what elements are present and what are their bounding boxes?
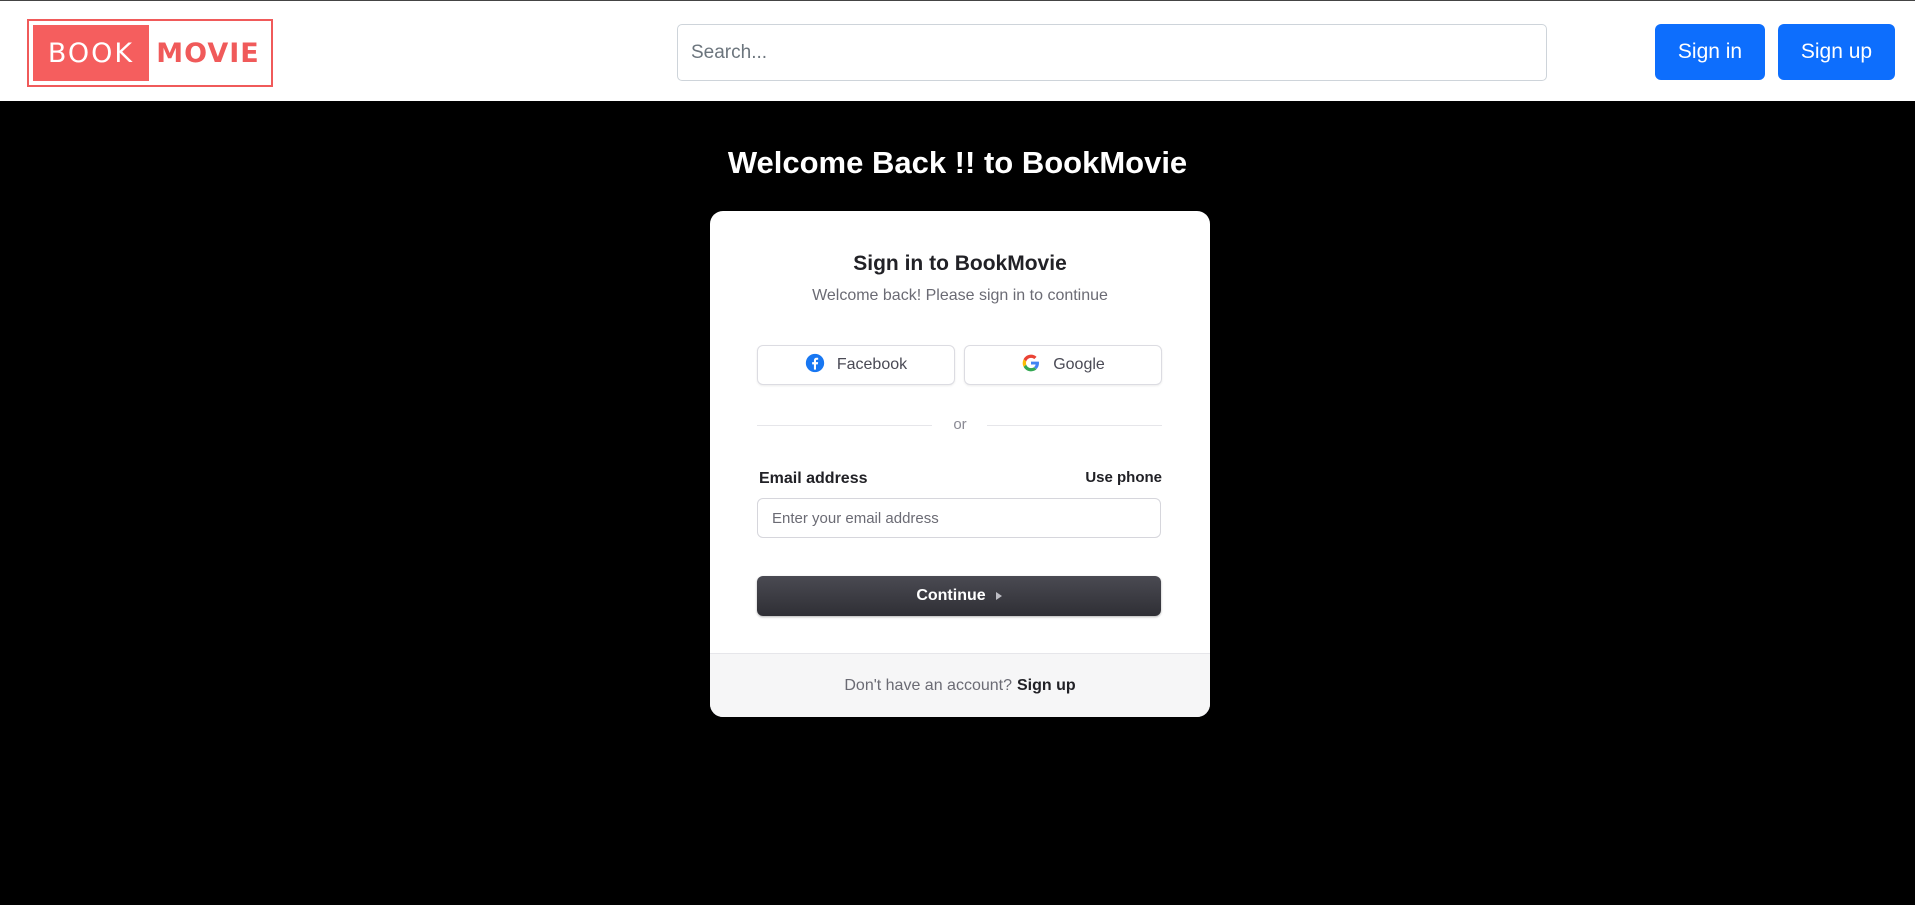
card-subtitle: Welcome back! Please sign in to continue: [812, 287, 1108, 304]
email-label: Email address: [759, 470, 868, 487]
footer-sign-up-link[interactable]: Sign up: [1017, 677, 1076, 695]
search-input[interactable]: [677, 24, 1547, 81]
divider-line-right: [987, 425, 1162, 426]
footer-text: Don't have an account?: [844, 676, 1012, 694]
use-phone-link[interactable]: Use phone: [1085, 469, 1162, 486]
brand-logo[interactable]: BOOK MOVIE: [27, 19, 273, 87]
continue-button[interactable]: Continue: [757, 576, 1161, 616]
facebook-icon: [805, 353, 825, 378]
google-label: Google: [1053, 356, 1105, 373]
top-navbar: BOOK MOVIE Sign in Sign up: [0, 0, 1915, 101]
facebook-label: Facebook: [836, 356, 908, 373]
welcome-heading: Welcome Back !! to BookMovie: [727, 145, 1188, 180]
logo-movie-text: MOVIE: [156, 37, 260, 69]
card-title: Sign in to BookMovie: [853, 252, 1067, 275]
caret-right-icon: [995, 592, 1002, 600]
facebook-login-button[interactable]: Facebook: [757, 345, 955, 385]
sign-in-button[interactable]: Sign in: [1655, 24, 1765, 80]
logo-book-text: BOOK: [33, 25, 149, 81]
card-footer: Don't have an account? Sign up: [710, 653, 1210, 717]
google-login-button[interactable]: Google: [964, 345, 1162, 385]
email-field[interactable]: [757, 498, 1161, 538]
google-icon: [1021, 353, 1041, 378]
sign-in-card: Sign in to BookMovie Welcome back! Pleas…: [710, 211, 1210, 717]
continue-label: Continue: [916, 587, 986, 604]
sign-up-button[interactable]: Sign up: [1778, 24, 1895, 80]
